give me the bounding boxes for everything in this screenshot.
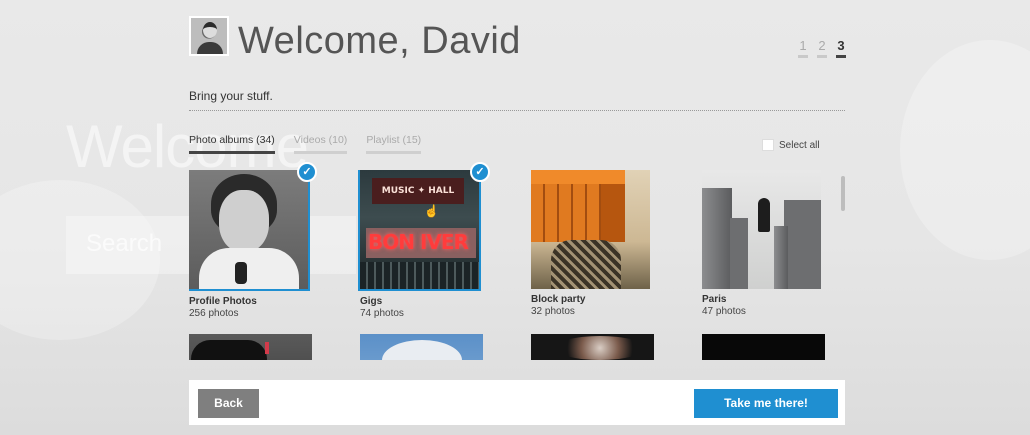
step-indicator: 1 2 3 — [798, 38, 846, 58]
album-profile-photos[interactable]: Profile Photos 256 photos — [189, 170, 314, 319]
album-row2-2[interactable] — [360, 334, 485, 360]
person-figure — [758, 198, 770, 232]
back-button[interactable]: Back — [198, 389, 259, 418]
select-all-checkbox[interactable] — [762, 139, 774, 151]
album-thumbnail[interactable] — [531, 170, 650, 289]
album-thumbnail[interactable] — [702, 170, 821, 289]
album-count: 32 photos — [531, 306, 575, 317]
album-count: 74 photos — [360, 308, 404, 319]
tab-photo-albums[interactable]: Photo albums (34) — [189, 134, 275, 154]
album-name: Profile Photos — [189, 296, 257, 307]
scrollbar-thumb[interactable] — [841, 176, 845, 211]
check-icon[interactable]: ✓ — [470, 162, 490, 182]
album-row2-1[interactable] — [189, 334, 314, 360]
album-thumbnail[interactable]: MUSIC ✦ HALL BON IVER ☝ — [358, 170, 481, 291]
page-title: Welcome, David — [238, 20, 521, 62]
step-3[interactable]: 3 — [836, 38, 846, 58]
album-thumbnail[interactable] — [189, 334, 312, 360]
album-block-party[interactable]: Block party 32 photos — [531, 170, 656, 317]
hand-cursor-icon: ☝ — [424, 204, 439, 218]
check-icon[interactable]: ✓ — [297, 162, 317, 182]
footer-bar: Back Take me there! — [189, 380, 845, 425]
avatar — [189, 16, 229, 56]
album-count: 47 photos — [702, 306, 746, 317]
tab-videos[interactable]: Videos (10) — [293, 134, 348, 154]
thumb-marquee-text: BON IVER — [368, 230, 469, 254]
album-name: Paris — [702, 294, 727, 305]
album-thumbnail[interactable] — [189, 170, 310, 291]
album-count: 256 photos — [189, 308, 239, 319]
album-thumbnail[interactable] — [360, 334, 483, 360]
subtitle: Bring your stuff. — [189, 89, 273, 103]
select-all-label: Select all — [779, 139, 820, 151]
album-paris[interactable]: Paris 47 photos — [702, 170, 827, 317]
tab-playlist[interactable]: Playlist (15) — [366, 134, 422, 154]
album-name: Gigs — [360, 296, 383, 307]
album-row2-3[interactable] — [531, 334, 656, 360]
album-thumbnail[interactable] — [702, 334, 825, 360]
album-name: Block party — [531, 294, 586, 305]
album-gigs[interactable]: MUSIC ✦ HALL BON IVER ☝ Gigs 74 photos — [358, 170, 485, 319]
divider — [189, 110, 845, 111]
step-2[interactable]: 2 — [817, 38, 827, 58]
album-grid: Profile Photos 256 photos MUSIC ✦ HALL B… — [189, 170, 829, 360]
step-1[interactable]: 1 — [798, 38, 808, 58]
album-row2-4[interactable] — [702, 334, 827, 360]
take-me-there-button[interactable]: Take me there! — [694, 389, 838, 418]
select-all[interactable]: Select all — [762, 139, 820, 151]
media-tabs: Photo albums (34) Videos (10) Playlist (… — [189, 134, 422, 154]
album-thumbnail[interactable] — [531, 334, 654, 360]
thumb-sign-text: MUSIC ✦ HALL — [372, 178, 464, 204]
